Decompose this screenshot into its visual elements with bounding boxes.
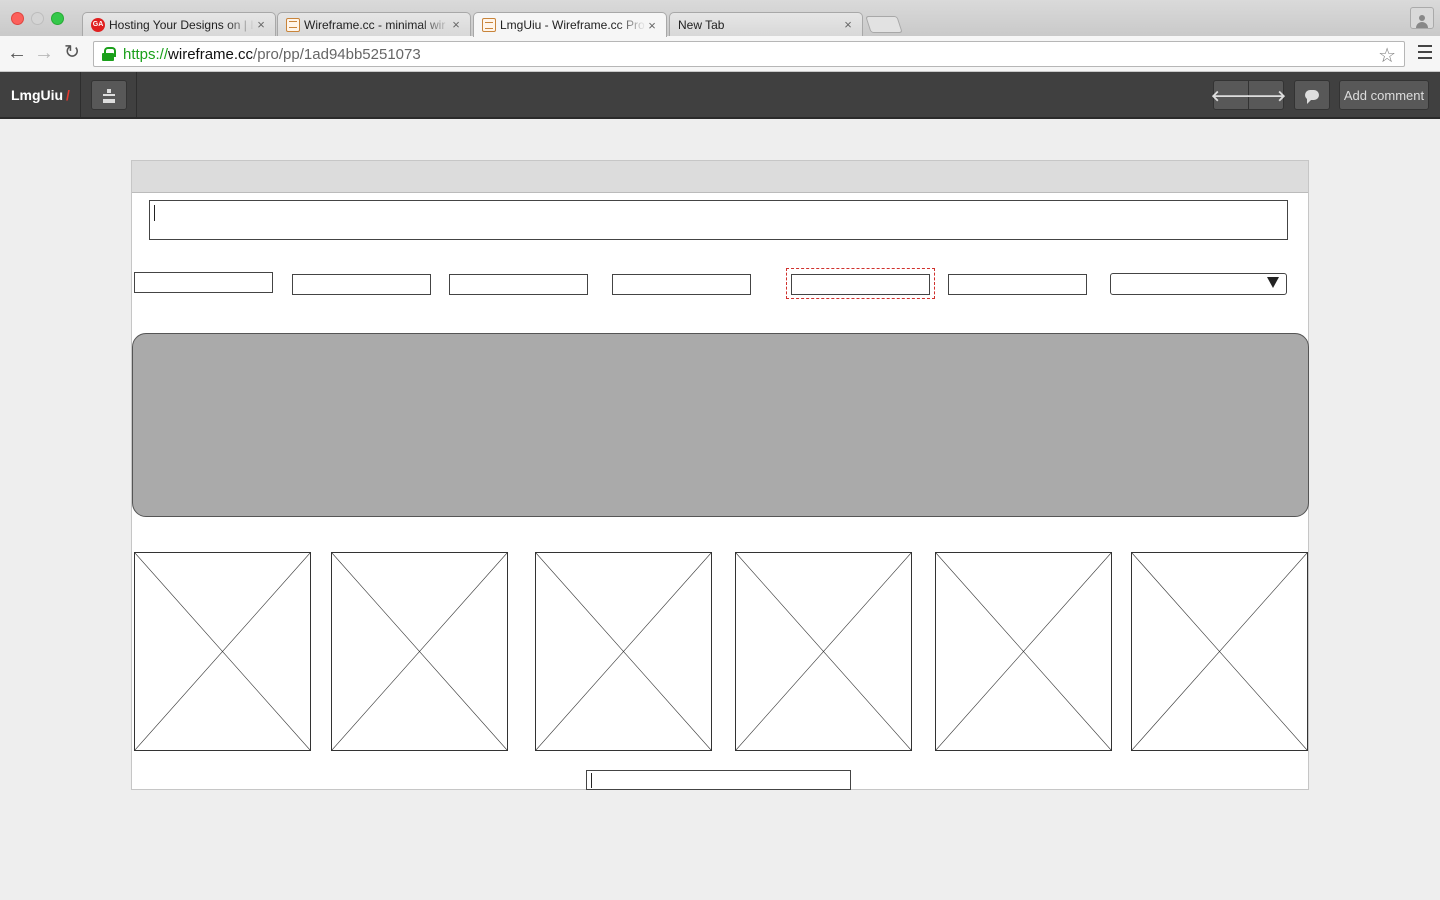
wireframe-banner-block[interactable] [132,333,1309,517]
wireframe-canvas[interactable] [131,160,1309,790]
wireframe-input-box[interactable] [449,274,588,295]
url-host: wireframe.cc [168,45,254,63]
wireframe-favicon-icon [286,17,300,32]
ga-favicon-icon: GA [91,17,105,32]
wireframe-favicon-icon [482,18,496,32]
close-tab-icon[interactable]: × [255,17,267,32]
browser-tab-lmguiu[interactable]: LmgUiu - Wireframe.cc Pro × [473,12,667,37]
project-name[interactable]: LmgUiu [11,87,63,103]
wireframe-input-box[interactable] [948,274,1087,295]
lock-icon [102,47,116,61]
wireframe-input-box[interactable] [292,274,431,295]
text-cursor [591,773,592,788]
wireframe-dropdown[interactable] [1110,273,1287,295]
comment-bubble-icon [1305,90,1319,104]
arrow-right-icon: 🡒 [1245,87,1287,105]
add-comment-button[interactable]: Add comment [1339,80,1429,110]
person-icon [1416,15,1428,28]
close-tab-icon[interactable]: × [450,17,462,32]
wireframe-large-text-field[interactable] [149,200,1288,240]
tab-title: Wireframe.cc - minimal wir [304,17,446,32]
profile-button[interactable] [1410,7,1434,29]
image-placeholder[interactable] [735,552,912,751]
close-window-button[interactable] [11,12,24,25]
image-placeholder[interactable] [535,552,712,751]
tab-title: New Tab [678,17,725,32]
url-path: /pro/pp/1ad94bb5251073 [253,45,421,63]
image-placeholder[interactable] [331,552,508,751]
image-placeholder[interactable] [134,552,311,751]
address-bar[interactable]: https:// wireframe.cc /pro/pp/1ad94bb525… [93,41,1405,67]
image-placeholder[interactable] [1131,552,1308,751]
close-tab-icon[interactable]: × [842,17,854,32]
bookmark-star-icon[interactable]: ☆ [1378,43,1396,68]
next-page-button[interactable]: 🡒 [1245,80,1287,110]
sitemap-icon [102,89,116,103]
wireframe-input-box[interactable] [612,274,751,295]
previous-page-button[interactable]: 🡐 [1211,80,1251,110]
reload-icon[interactable]: ↻ [61,42,83,64]
maximize-window-button[interactable] [51,12,64,25]
forward-arrow-icon[interactable]: → [33,42,55,64]
comments-button[interactable] [1294,80,1330,110]
text-cursor [154,205,155,221]
add-comment-label: Add comment [1343,87,1425,103]
breadcrumb-separator: / [66,87,70,103]
browser-toolbar: ← → ↻ https:// wireframe.cc /pro/pp/1ad9… [0,36,1440,72]
browser-tab-strip: GA Hosting Your Designs on | I × Wirefra… [0,0,1440,37]
hamburger-menu-icon[interactable] [1418,45,1432,59]
tab-title: Hosting Your Designs on | I [109,17,254,32]
wireframe-footer-text-field[interactable] [586,770,851,790]
back-arrow-icon[interactable]: ← [6,42,28,64]
url-scheme: https:// [123,45,169,63]
browser-tab-new-tab[interactable]: New Tab × [669,12,863,36]
wireframe-input-box-selected[interactable] [791,274,930,295]
image-placeholder[interactable] [935,552,1112,751]
wireframe-input-box[interactable] [134,272,273,293]
close-tab-icon[interactable]: × [646,18,658,33]
wireframe-header-bar[interactable] [132,161,1308,193]
dropdown-triangle-icon [1267,277,1279,288]
tab-title: LmgUiu - Wireframe.cc Pro [500,18,645,32]
app-header: LmgUiu / 🡐 🡒 Add comment [0,72,1440,119]
divider [80,72,81,117]
minimize-window-button[interactable] [31,12,44,25]
sitemap-button[interactable] [91,80,127,110]
new-tab-button[interactable] [865,16,903,33]
browser-tab-hosting[interactable]: GA Hosting Your Designs on | I × [82,12,276,36]
divider [136,72,137,117]
browser-tab-wireframe[interactable]: Wireframe.cc - minimal wir × [277,12,471,36]
